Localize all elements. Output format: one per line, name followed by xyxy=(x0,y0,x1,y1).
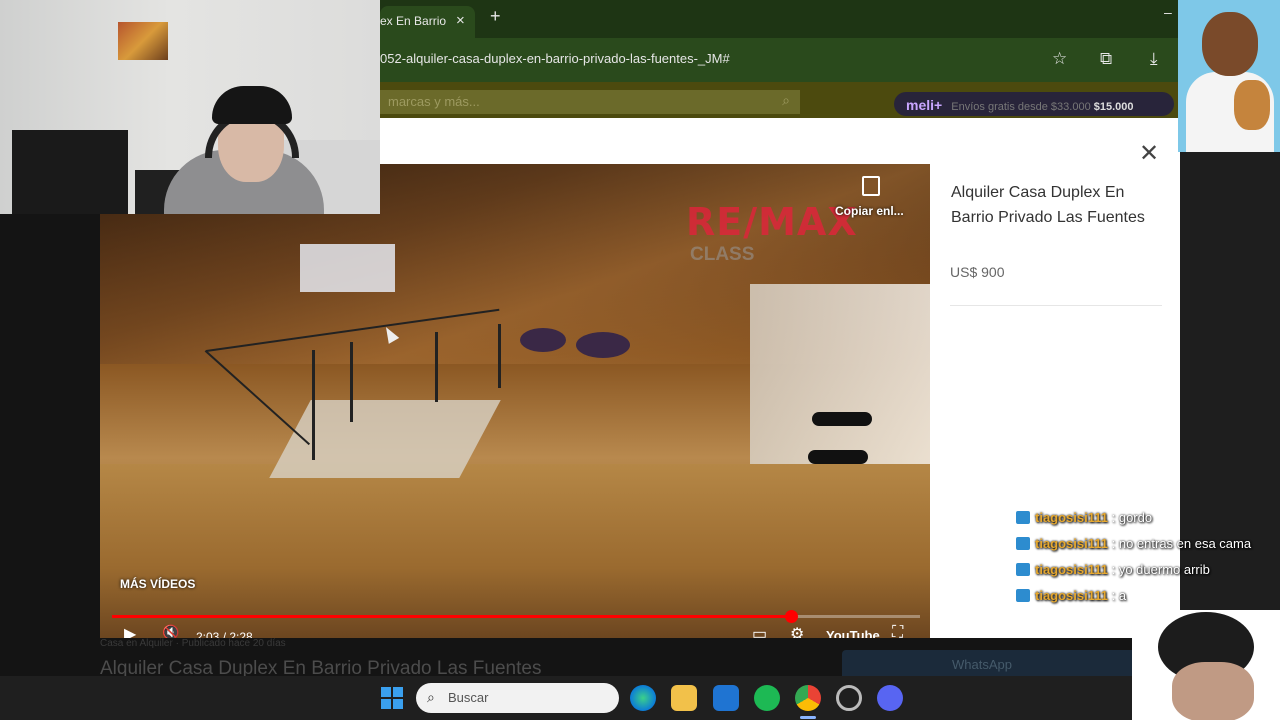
outlook-icon[interactable] xyxy=(713,685,739,711)
chat-username: tiagosisi111 xyxy=(1035,562,1108,577)
cartoon-doctor-overlay xyxy=(1178,0,1280,152)
chat-text: no entras en esa cama xyxy=(1118,536,1252,551)
video-time: 2:03 / 2:28 xyxy=(196,630,253,638)
search-icon: ⌕ xyxy=(427,689,435,705)
copy-link-icon[interactable] xyxy=(862,176,880,196)
video-frame-post xyxy=(350,342,353,422)
video-progress-bar[interactable] xyxy=(112,610,920,623)
cartoon-face xyxy=(1172,662,1254,720)
chat-text: a xyxy=(1118,588,1127,603)
video-frame-railing xyxy=(204,350,311,446)
chat-badge-icon xyxy=(1016,589,1030,602)
chat-badge-icon xyxy=(1016,563,1030,576)
listing-price: US$ 900 xyxy=(950,264,1005,280)
chat-message: tiagosisi111 : yo duermo arrib xyxy=(1016,562,1280,588)
close-tab-icon[interactable]: × xyxy=(456,12,465,29)
more-videos-button[interactable]: MÁS VÍDEOS xyxy=(120,577,195,591)
video-player[interactable]: RE/MAX CLASS Copiar enl... MÁS VÍDEOS ▶ … xyxy=(100,164,930,638)
chat-badge-icon xyxy=(1016,511,1030,524)
chat-username: tiagosisi111 xyxy=(1035,510,1108,525)
windows-start-icon[interactable] xyxy=(381,687,403,709)
windows-taskbar: ⌕ Buscar xyxy=(0,676,1280,720)
mute-icon[interactable]: 🔇 xyxy=(162,624,179,638)
tab-title: ex En Barrio xyxy=(380,14,447,28)
active-app-indicator xyxy=(800,716,816,719)
site-search-placeholder: marcas y más... xyxy=(388,94,480,109)
video-progress-fill xyxy=(112,615,791,618)
cartoon-character-overlay xyxy=(1132,610,1280,720)
discord-icon[interactable] xyxy=(877,685,903,711)
meli-plus-logo: meli+ xyxy=(906,97,943,113)
cartoon-teddy-bear xyxy=(1234,80,1270,130)
video-frame-floor xyxy=(100,464,930,638)
chat-overlay: tiagosisi111 : gordo tiagosisi111 : no e… xyxy=(1016,510,1280,614)
youtube-logo[interactable]: YouTube xyxy=(826,628,880,638)
video-frame-window xyxy=(300,244,395,292)
settings-icon[interactable]: ⚙ xyxy=(790,624,804,638)
chat-username: tiagosisi111 xyxy=(1035,588,1108,603)
meli-banner-text: Envíos gratis desde $33.000 xyxy=(951,101,1091,113)
video-frame-pouf xyxy=(520,328,566,352)
chat-message: tiagosisi111 : gordo xyxy=(1016,510,1280,536)
fullscreen-icon[interactable]: ⛶ xyxy=(892,624,903,638)
remax-watermark-sub: CLASS xyxy=(690,244,755,265)
site-header: marcas y más... ⌕ meli+ Envíos gratis de… xyxy=(380,82,1178,118)
meli-banner-price: $15.000 xyxy=(1093,101,1134,113)
remax-watermark: RE/MAX xyxy=(686,200,858,244)
spotify-icon[interactable] xyxy=(754,685,780,711)
chrome-icon[interactable] xyxy=(795,685,821,711)
listing-title: Alquiler Casa Duplex En Barrio Privado L… xyxy=(951,184,1145,226)
cartoon-face xyxy=(1202,12,1258,76)
address-bar: 052-alquiler-casa-duplex-en-barrio-priva… xyxy=(380,38,1178,82)
minimize-icon[interactable]: – xyxy=(1164,4,1172,20)
download-icon[interactable]: ⤓ xyxy=(1150,49,1158,69)
recorder-icon[interactable] xyxy=(836,685,862,711)
close-icon[interactable]: ✕ xyxy=(1139,139,1159,168)
files-icon[interactable] xyxy=(671,685,697,711)
captions-icon[interactable]: ▭ xyxy=(752,624,767,638)
video-frame-bench xyxy=(808,450,868,464)
video-frame-bench xyxy=(812,412,872,426)
webcam-painting xyxy=(118,22,168,60)
new-tab-icon[interactable]: + xyxy=(490,6,501,27)
copy-link-label[interactable]: Copiar enl... xyxy=(835,204,904,218)
search-icon[interactable]: ⌕ xyxy=(782,92,790,109)
video-frame-pouf xyxy=(576,332,630,358)
url-field[interactable]: 052-alquiler-casa-duplex-en-barrio-priva… xyxy=(380,51,730,66)
edge-icon[interactable] xyxy=(630,685,656,711)
webcam-shelf xyxy=(12,130,128,214)
streamer-webcam xyxy=(0,0,380,214)
listing-divider xyxy=(950,305,1162,306)
webcam-cap xyxy=(212,86,292,124)
page-caption: Casa en Alquiler · Publicado hace 20 día… xyxy=(100,638,286,649)
chat-text: yo duermo arrib xyxy=(1118,562,1210,577)
extensions-icon[interactable]: ⧉ xyxy=(1100,49,1112,69)
video-progress-handle[interactable] xyxy=(784,610,798,623)
chat-message: tiagosisi111 : no entras en esa cama xyxy=(1016,536,1280,562)
video-frame-post xyxy=(435,332,438,402)
play-icon[interactable]: ▶ xyxy=(124,624,136,638)
meli-plus-banner[interactable]: meli+ Envíos gratis desde $33.000 $15.00… xyxy=(894,92,1174,116)
video-frame-post xyxy=(498,324,501,388)
bookmark-star-icon[interactable]: ☆ xyxy=(1052,49,1067,69)
taskbar-search-input[interactable]: ⌕ Buscar xyxy=(416,683,619,713)
taskbar-search-placeholder: Buscar xyxy=(448,690,489,705)
screen: Casa en Alquiler · Publicado hace 20 día… xyxy=(0,0,1280,720)
tab-bar: ex En Barrio × + – xyxy=(380,0,1178,38)
chat-username: tiagosisi111 xyxy=(1035,536,1108,551)
chat-badge-icon xyxy=(1016,537,1030,550)
video-frame-post xyxy=(312,350,315,460)
site-search-input[interactable]: marcas y más... ⌕ xyxy=(380,90,800,114)
tab-listing[interactable]: ex En Barrio × xyxy=(380,6,475,38)
chat-text: gordo xyxy=(1118,510,1153,525)
